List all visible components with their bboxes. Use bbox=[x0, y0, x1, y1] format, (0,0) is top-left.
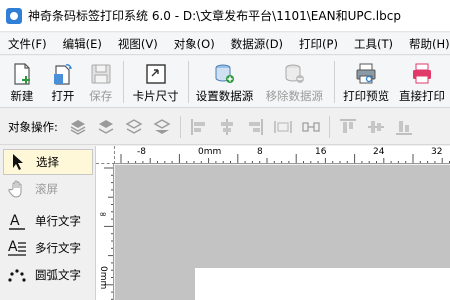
single-line-text-icon: A bbox=[9, 213, 25, 230]
scroll-tool-label: 滚屏 bbox=[35, 182, 58, 196]
set-datasource-button[interactable]: 设置数据源 bbox=[192, 56, 258, 108]
menu-file[interactable]: 文件(F) bbox=[0, 36, 55, 52]
print-preview-label: 打印预览 bbox=[343, 89, 390, 103]
remove-datasource-label: 移除数据源 bbox=[265, 89, 324, 103]
database-remove-icon bbox=[285, 64, 305, 83]
direct-print-button[interactable]: 直接打印 bbox=[394, 56, 450, 108]
menu-print[interactable]: 打印(P) bbox=[291, 36, 346, 52]
menu-help[interactable]: 帮助(H) bbox=[401, 36, 450, 52]
toolbar-divider bbox=[122, 61, 124, 103]
menu-object[interactable]: 对象(O) bbox=[166, 36, 223, 52]
direct-print-label: 直接打印 bbox=[399, 89, 446, 103]
menu-datasource[interactable]: 数据源(D) bbox=[223, 36, 291, 52]
open-file-icon bbox=[53, 64, 72, 85]
align-bottom-icon[interactable] bbox=[393, 116, 415, 138]
design-canvas[interactable] bbox=[115, 165, 450, 300]
send-to-back-icon[interactable] bbox=[151, 116, 173, 138]
main-toolbar: 新建 打开 保存 卡片尺寸 设置数据源 移除数据源 打印预览 直接打印 bbox=[0, 56, 450, 108]
remove-datasource-button[interactable]: 移除数据源 bbox=[257, 56, 331, 108]
print-preview-button[interactable]: 打印预览 bbox=[338, 56, 394, 108]
toolbar-divider bbox=[334, 61, 336, 103]
ruler-label: -8 bbox=[137, 147, 146, 157]
align-right-icon[interactable] bbox=[244, 116, 266, 138]
object-bar-divider bbox=[179, 115, 181, 138]
ruler-label: 0mm bbox=[198, 147, 222, 157]
tool-panel: 选择 滚屏 A 单行文字 A 多行文字 圆弧文字 bbox=[0, 146, 96, 300]
vertical-ruler: ∞ 0mm bbox=[96, 164, 114, 300]
bring-to-front-icon[interactable] bbox=[67, 116, 89, 138]
align-center-icon[interactable] bbox=[216, 116, 238, 138]
menu-bar: 文件(F) 编辑(E) 视图(V) 对象(O) 数据源(D) 打印(P) 工具(… bbox=[0, 33, 450, 55]
card-size-icon bbox=[145, 64, 166, 84]
object-operations-bar: 对象操作: bbox=[0, 109, 450, 145]
save-disk-icon bbox=[91, 64, 111, 84]
new-button[interactable]: 新建 bbox=[0, 56, 44, 108]
hand-pan-icon bbox=[8, 180, 22, 198]
new-button-label: 新建 bbox=[10, 89, 34, 103]
horizontal-ruler-ticks bbox=[120, 154, 450, 163]
svg-text:A: A bbox=[10, 213, 20, 229]
ruler-label: 32 bbox=[431, 147, 443, 157]
single-line-text-tool[interactable]: A 单行文字 bbox=[3, 208, 93, 234]
menu-edit[interactable]: 编辑(E) bbox=[55, 36, 110, 52]
object-bar-divider bbox=[328, 115, 330, 138]
toolbar-divider bbox=[187, 61, 189, 103]
save-button-label: 保存 bbox=[89, 89, 113, 103]
card-size-button[interactable]: 卡片尺寸 bbox=[127, 56, 185, 108]
same-width-icon[interactable] bbox=[272, 116, 294, 138]
print-preview-icon bbox=[356, 63, 376, 84]
menu-view[interactable]: 视图(V) bbox=[110, 36, 166, 52]
ruler-label: 16 bbox=[315, 147, 327, 157]
ruler-label: ∞ bbox=[98, 210, 108, 220]
arc-text-icon bbox=[8, 269, 26, 282]
window-title: 神奇条码标签打印系统 6.0 - D:\文章发布平台\1101\EAN和UPC.… bbox=[28, 9, 401, 23]
menu-tools[interactable]: 工具(T) bbox=[346, 36, 401, 52]
new-file-icon bbox=[14, 63, 30, 85]
open-button-label: 打开 bbox=[51, 89, 75, 103]
ruler-label: 24 bbox=[373, 147, 385, 157]
arc-text-label: 圆弧文字 bbox=[35, 268, 81, 282]
multi-line-text-label: 多行文字 bbox=[35, 241, 81, 255]
printer-icon bbox=[413, 63, 432, 84]
scroll-tool[interactable]: 滚屏 bbox=[3, 176, 93, 202]
bring-forward-icon[interactable] bbox=[95, 116, 117, 138]
save-button[interactable]: 保存 bbox=[82, 56, 120, 108]
svg-text:A: A bbox=[8, 239, 18, 255]
set-datasource-label: 设置数据源 bbox=[195, 89, 254, 103]
align-top-icon[interactable] bbox=[337, 116, 359, 138]
pointer-arrow-icon bbox=[13, 154, 23, 170]
single-line-text-label: 单行文字 bbox=[35, 214, 81, 228]
multi-line-text-tool[interactable]: A 多行文字 bbox=[3, 235, 93, 261]
database-add-icon bbox=[215, 64, 235, 83]
select-tool[interactable]: 选择 bbox=[3, 149, 93, 175]
multi-line-text-icon: A bbox=[8, 239, 26, 256]
object-operations-label: 对象操作: bbox=[8, 119, 58, 134]
ruler-corner bbox=[96, 146, 115, 164]
title-bar: 神奇条码标签打印系统 6.0 - D:\文章发布平台\1101\EAN和UPC.… bbox=[0, 0, 450, 32]
arc-text-tool[interactable]: 圆弧文字 bbox=[3, 262, 93, 288]
ruler-label: 8 bbox=[257, 147, 263, 157]
card-size-button-label: 卡片尺寸 bbox=[132, 89, 179, 103]
align-middle-icon[interactable] bbox=[365, 116, 387, 138]
distribute-horizontal-icon[interactable] bbox=[300, 116, 322, 138]
label-paper[interactable] bbox=[195, 268, 450, 300]
select-tool-label: 选择 bbox=[36, 155, 59, 169]
send-backward-icon[interactable] bbox=[123, 116, 145, 138]
ruler-label: 0mm bbox=[98, 266, 108, 290]
app-logo-icon bbox=[6, 7, 22, 24]
align-left-icon[interactable] bbox=[188, 116, 210, 138]
horizontal-ruler: -8 0mm 8 16 24 32 bbox=[115, 146, 450, 164]
open-button[interactable]: 打开 bbox=[44, 56, 82, 108]
